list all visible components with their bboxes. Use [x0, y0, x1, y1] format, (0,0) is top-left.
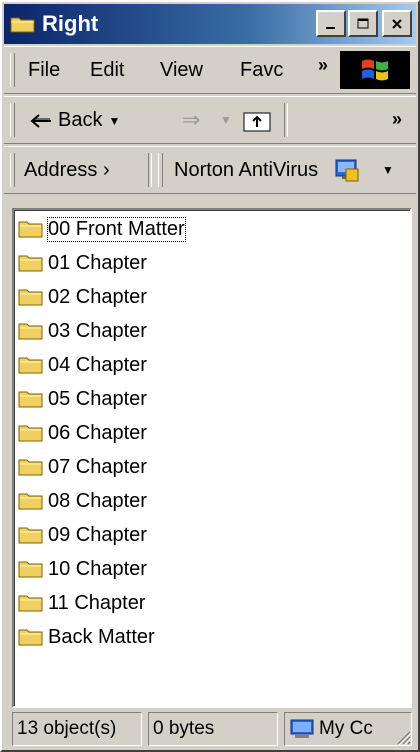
windows-logo [340, 51, 410, 89]
menu-grip[interactable] [10, 53, 15, 87]
file-item[interactable]: 02 Chapter [18, 282, 147, 312]
folder-icon [18, 561, 43, 578]
forward-arrow-icon[interactable]: ⇒ [182, 107, 200, 133]
norton-dropdown-icon[interactable]: ▼ [382, 163, 394, 177]
file-label: 01 Chapter [48, 251, 147, 274]
folder-icon [18, 459, 43, 476]
norton-antivirus-label[interactable]: Norton AntiVirus [174, 159, 318, 182]
file-item[interactable]: 08 Chapter [18, 486, 147, 516]
close-button[interactable] [382, 10, 412, 37]
file-item[interactable]: 05 Chapter [18, 384, 147, 414]
file-item[interactable]: 10 Chapter [18, 554, 147, 584]
file-label: 09 Chapter [48, 523, 147, 546]
file-label: Back Matter [48, 625, 155, 648]
back-button[interactable]: Back ▼ [30, 109, 120, 132]
address-grip[interactable] [10, 153, 15, 187]
window-title: Right [42, 11, 99, 36]
file-label: 06 Chapter [48, 421, 147, 444]
folder-icon [18, 289, 43, 306]
file-label: 05 Chapter [48, 387, 147, 410]
status-bar: 13 object(s) 0 bytes My Cc [12, 712, 412, 746]
minimize-button[interactable] [316, 10, 346, 37]
folder-icon [18, 629, 43, 646]
windows-logo-icon [362, 59, 388, 81]
status-zone: My Cc [284, 712, 412, 746]
file-item[interactable]: 00 Front Matter [18, 214, 186, 244]
menu-edit[interactable]: Edit [90, 59, 124, 82]
file-item[interactable]: 03 Chapter [18, 316, 147, 346]
toolbar-chevron-icon[interactable]: » [392, 109, 402, 130]
folder-icon [18, 595, 43, 612]
file-label: 08 Chapter [48, 489, 147, 512]
folder-icon [18, 255, 43, 272]
file-item[interactable]: 11 Chapter [18, 588, 145, 618]
address-bar: Address › Norton AntiVirus ▼ [4, 146, 416, 194]
up-folder-icon [243, 112, 271, 132]
file-list[interactable]: 00 Front Matter 01 Chapter 02 Chapter 03 Ch… [12, 208, 412, 708]
explorer-window: Right File Edit View Favc » Back ▼ ⇒ ▼ »… [0, 0, 420, 752]
file-item[interactable]: 06 Chapter [18, 418, 147, 448]
file-item[interactable]: 04 Chapter [18, 350, 147, 380]
folder-icon [18, 493, 43, 510]
address-separator [148, 153, 152, 187]
norton-button[interactable] [334, 157, 360, 183]
maximize-icon [357, 18, 369, 28]
toolbar-separator [284, 103, 288, 137]
file-label: 00 Front Matter [47, 216, 186, 242]
file-label: 03 Chapter [48, 319, 147, 342]
file-item[interactable]: 01 Chapter [18, 248, 147, 278]
file-item[interactable]: 09 Chapter [18, 520, 147, 550]
forward-dropdown-icon[interactable]: ▼ [220, 113, 232, 127]
back-arrow-icon [30, 113, 51, 128]
norton-icon [335, 159, 359, 182]
back-label: Back [58, 109, 103, 131]
title-bar[interactable]: Right [4, 4, 416, 44]
menu-view[interactable]: View [160, 59, 203, 82]
close-icon [392, 18, 402, 29]
toolbar-grip[interactable] [10, 103, 15, 137]
menu-chevron-icon[interactable]: » [318, 55, 328, 76]
menu-bar: File Edit View Favc » [4, 46, 416, 94]
file-label: 02 Chapter [48, 285, 147, 308]
folder-icon [18, 527, 43, 544]
file-item[interactable]: Back Matter [18, 622, 155, 652]
folder-icon [18, 323, 43, 340]
back-dropdown-icon[interactable]: ▼ [108, 114, 120, 128]
file-label: 11 Chapter [48, 591, 146, 614]
menu-file[interactable]: File [28, 59, 60, 82]
resize-grip-icon[interactable] [394, 728, 412, 746]
menu-favorites[interactable]: Favc [240, 59, 283, 82]
maximize-button[interactable] [348, 10, 378, 37]
address-label[interactable]: Address › [24, 159, 110, 182]
status-object-count: 13 object(s) [12, 712, 142, 746]
file-label: 07 Chapter [48, 455, 147, 478]
standard-toolbar: Back ▼ ⇒ ▼ » [4, 96, 416, 144]
my-computer-icon [290, 719, 314, 738]
folder-icon [18, 221, 43, 238]
links-grip[interactable] [158, 153, 163, 187]
status-size: 0 bytes [148, 712, 278, 746]
file-label: 04 Chapter [48, 353, 147, 376]
folder-icon [10, 14, 36, 34]
folder-icon [18, 391, 43, 408]
folder-icon [18, 357, 43, 374]
minimize-icon [326, 26, 335, 29]
folder-icon [18, 425, 43, 442]
file-item[interactable]: 07 Chapter [18, 452, 147, 482]
up-folder-button[interactable] [242, 109, 272, 133]
file-label: 10 Chapter [48, 557, 147, 580]
